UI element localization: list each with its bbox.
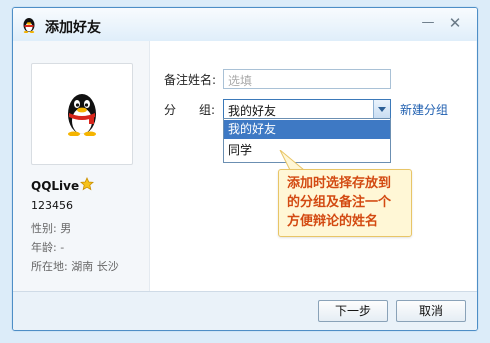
- close-icon[interactable]: ✕: [446, 16, 464, 31]
- dialog-footer: 下一步 取消: [13, 291, 477, 330]
- star-icon: [80, 177, 94, 194]
- group-label-part1: 分: [164, 103, 177, 117]
- window-title: 添加好友: [45, 20, 101, 36]
- group-select-value: 我的好友: [228, 104, 277, 118]
- qq-penguin-icon: [21, 17, 37, 33]
- dialog-body: QQLive 123456 性别: 男 年龄: - 所在地: 湖南 长沙 备注姓…: [14, 41, 476, 291]
- group-label-part2: 组:: [199, 103, 216, 117]
- user-id: 123456: [31, 199, 73, 212]
- location-text: 所在地: 湖南 长沙: [31, 260, 119, 273]
- title-bar[interactable]: 添加好友 — ✕: [13, 8, 477, 41]
- tip-text: 添加时选择存放到 的分组及备注一个 方便辩论的姓名: [287, 176, 392, 229]
- tip-callout: 添加时选择存放到 的分组及备注一个 方便辩论的姓名: [278, 169, 412, 237]
- age-text: 年龄: -: [31, 241, 65, 254]
- profile-panel: QQLive 123456 性别: 男 年龄: - 所在地: 湖南 长沙: [14, 41, 150, 291]
- remark-label: 备注姓名:: [164, 73, 217, 87]
- remark-input[interactable]: 选填: [223, 69, 391, 89]
- group-select[interactable]: 我的好友: [223, 99, 391, 119]
- callout-pointer: [279, 150, 306, 171]
- avatar: [31, 63, 133, 165]
- remark-placeholder: 选填: [228, 74, 253, 88]
- group-option-my-friends[interactable]: 我的好友: [224, 120, 390, 139]
- new-group-link[interactable]: 新建分组: [400, 101, 448, 118]
- qq-penguin-icon: [68, 94, 96, 136]
- cancel-button[interactable]: 取消: [396, 300, 466, 322]
- next-button[interactable]: 下一步: [318, 300, 388, 322]
- gender-text: 性别: 男: [31, 222, 72, 235]
- add-friend-dialog: 添加好友 — ✕ QQLive 123456 性别: 男 年龄: - 所在地: …: [12, 7, 478, 331]
- minimize-icon[interactable]: —: [419, 16, 437, 30]
- chevron-down-icon: [378, 107, 386, 112]
- nickname: QQLive: [31, 179, 80, 193]
- dropdown-arrow[interactable]: [373, 100, 390, 118]
